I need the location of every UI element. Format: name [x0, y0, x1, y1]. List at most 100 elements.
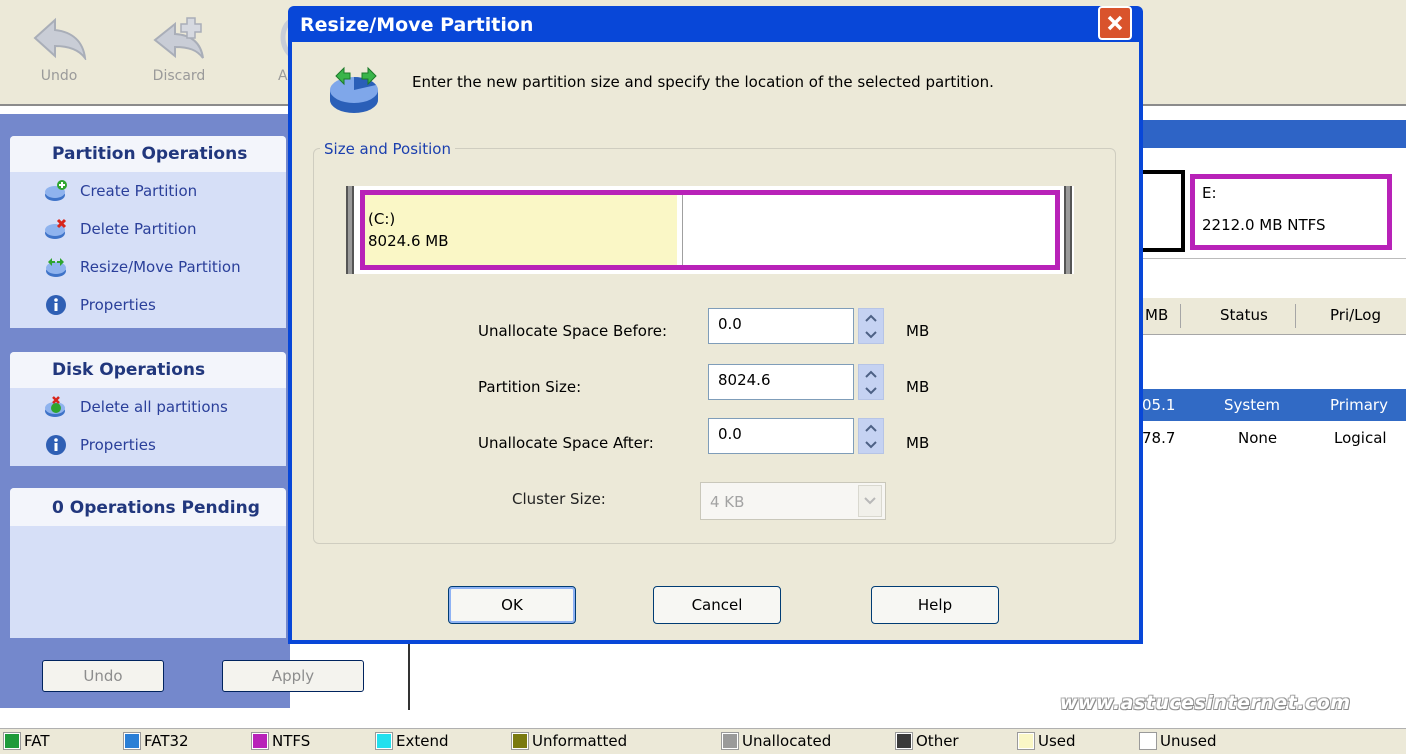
dialog-title: Resize/Move Partition — [300, 14, 534, 36]
info-icon — [46, 435, 66, 455]
disk-e-letter: E: — [1202, 184, 1217, 202]
unallocated-swatch — [722, 733, 738, 749]
delete-all-disk-icon — [45, 396, 65, 417]
legend-item: Extend — [376, 732, 449, 750]
legend-label: NTFS — [272, 732, 311, 750]
legend-label: Other — [916, 732, 959, 750]
pane-undo-button[interactable]: Undo — [42, 660, 164, 692]
delete-all-partitions-link[interactable]: Delete all partitions — [10, 388, 286, 426]
other-swatch — [896, 733, 912, 749]
unformatted-swatch — [512, 733, 528, 749]
cancel-button[interactable]: Cancel — [653, 586, 781, 624]
help-button[interactable]: Help — [871, 586, 999, 624]
delete-partition-label: Delete Partition — [80, 220, 197, 238]
disk-operations-title: Disk Operations — [10, 352, 286, 388]
legend-label: Unallocated — [742, 732, 832, 750]
resize-partition-icon — [330, 66, 378, 113]
pending-operations-panel: 0 Operations Pending — [10, 488, 286, 638]
pending-operations-title: 0 Operations Pending — [10, 488, 286, 526]
unit-label: MB — [906, 378, 930, 396]
toolbar-undo-label: Undo — [40, 68, 78, 84]
undo-arrow-icon — [33, 17, 87, 60]
create-partition-label: Create Partition — [80, 182, 198, 200]
row-status: None — [1238, 429, 1278, 447]
delete-partition-link[interactable]: Delete Partition — [10, 210, 286, 248]
ok-button[interactable]: OK — [448, 586, 576, 624]
legend-item: Used — [1018, 732, 1076, 750]
partition-name: (C:) — [368, 210, 396, 228]
right-resize-handle[interactable] — [1064, 186, 1072, 274]
space-before-value: 0.0 — [718, 315, 742, 333]
column-separator — [1295, 304, 1296, 328]
fat-swatch — [4, 733, 20, 749]
discard-arrow-icon — [153, 17, 204, 59]
unit-label: MB — [906, 434, 930, 452]
resize-move-partition-link[interactable]: Resize/Move Partition — [10, 248, 286, 286]
disk-e-block[interactable] — [1190, 174, 1392, 250]
space-after-value: 0.0 — [718, 425, 742, 443]
resize-disk-icon — [46, 258, 66, 277]
legend-item: Other — [896, 732, 959, 750]
spin-up-icon — [865, 314, 877, 322]
partition-size-spinner[interactable] — [858, 364, 884, 400]
column-mb[interactable]: MB — [1145, 306, 1168, 324]
partition-properties-label: Properties — [80, 296, 156, 314]
cluster-size-value: 4 KB — [710, 493, 745, 511]
extend-swatch — [376, 733, 392, 749]
toolbar-discard-label: Discard — [152, 68, 206, 84]
column-status[interactable]: Status — [1220, 306, 1268, 324]
create-partition-link[interactable]: Create Partition — [10, 172, 286, 210]
space-before-label: Unallocate Space Before: — [478, 322, 668, 340]
column-separator — [1180, 304, 1181, 328]
spin-up-icon — [865, 370, 877, 378]
toolbar-apply-label: A — [278, 68, 288, 84]
legend-label: FAT — [24, 732, 50, 750]
legend-item: FAT — [4, 732, 50, 750]
close-button[interactable] — [1098, 6, 1132, 40]
delete-disk-icon — [45, 218, 67, 239]
close-icon — [1107, 15, 1123, 31]
pane-divider — [408, 640, 410, 710]
disk-properties-label: Properties — [80, 436, 156, 454]
legend-label: FAT32 — [144, 732, 189, 750]
unit-label: MB — [906, 322, 930, 340]
fat32-swatch — [124, 733, 140, 749]
row-size: 78.7 — [1142, 429, 1176, 447]
disk-header-bar — [1142, 120, 1406, 148]
legend-item: Unused — [1140, 732, 1217, 750]
partition-operations-title: Partition Operations — [10, 136, 286, 172]
group-label: Size and Position — [320, 140, 455, 158]
space-before-spinner[interactable] — [858, 308, 884, 344]
partition-block[interactable] — [360, 190, 1060, 270]
partition-operations-panel: Partition Operations Create Partition De… — [10, 136, 286, 328]
create-disk-icon — [45, 180, 67, 201]
cluster-size-dropdown — [858, 485, 882, 517]
row-size: 05.1 — [1142, 396, 1176, 414]
disk-e-info: 2212.0 MB NTFS — [1202, 216, 1326, 234]
spin-down-icon — [865, 386, 877, 394]
legend-item: Unallocated — [722, 732, 831, 750]
row-type: Logical — [1334, 429, 1387, 447]
watermark: www.astucesinternet.com — [1060, 692, 1351, 714]
resize-move-partition-label: Resize/Move Partition — [80, 258, 241, 276]
space-after-spinner[interactable] — [858, 418, 884, 454]
info-icon — [46, 295, 66, 315]
legend-item: NTFS — [252, 732, 310, 750]
left-resize-handle[interactable] — [346, 186, 354, 274]
ntfs-swatch — [252, 733, 268, 749]
disk-properties-link[interactable]: Properties — [10, 426, 286, 464]
row-status: System — [1224, 396, 1280, 414]
legend-label: Unused — [1160, 732, 1217, 750]
column-prilog[interactable]: Pri/Log — [1330, 306, 1381, 324]
pane-apply-button[interactable]: Apply — [222, 660, 364, 692]
partition-properties-link[interactable]: Properties — [10, 286, 286, 324]
toolbar-discard-button[interactable]: Discard — [134, 10, 224, 98]
row-type: Primary — [1330, 396, 1388, 414]
partition-size-value: 8024.6 — [718, 371, 771, 389]
legend-item: FAT32 — [124, 732, 189, 750]
dialog-description: Enter the new partition size and specify… — [412, 73, 994, 91]
disk-operations-panel: Disk Operations Delete all partitions Pr… — [10, 352, 286, 466]
spin-down-icon — [865, 330, 877, 338]
disk-c-block[interactable] — [1140, 170, 1185, 252]
toolbar-undo-button[interactable]: Undo — [14, 10, 104, 98]
